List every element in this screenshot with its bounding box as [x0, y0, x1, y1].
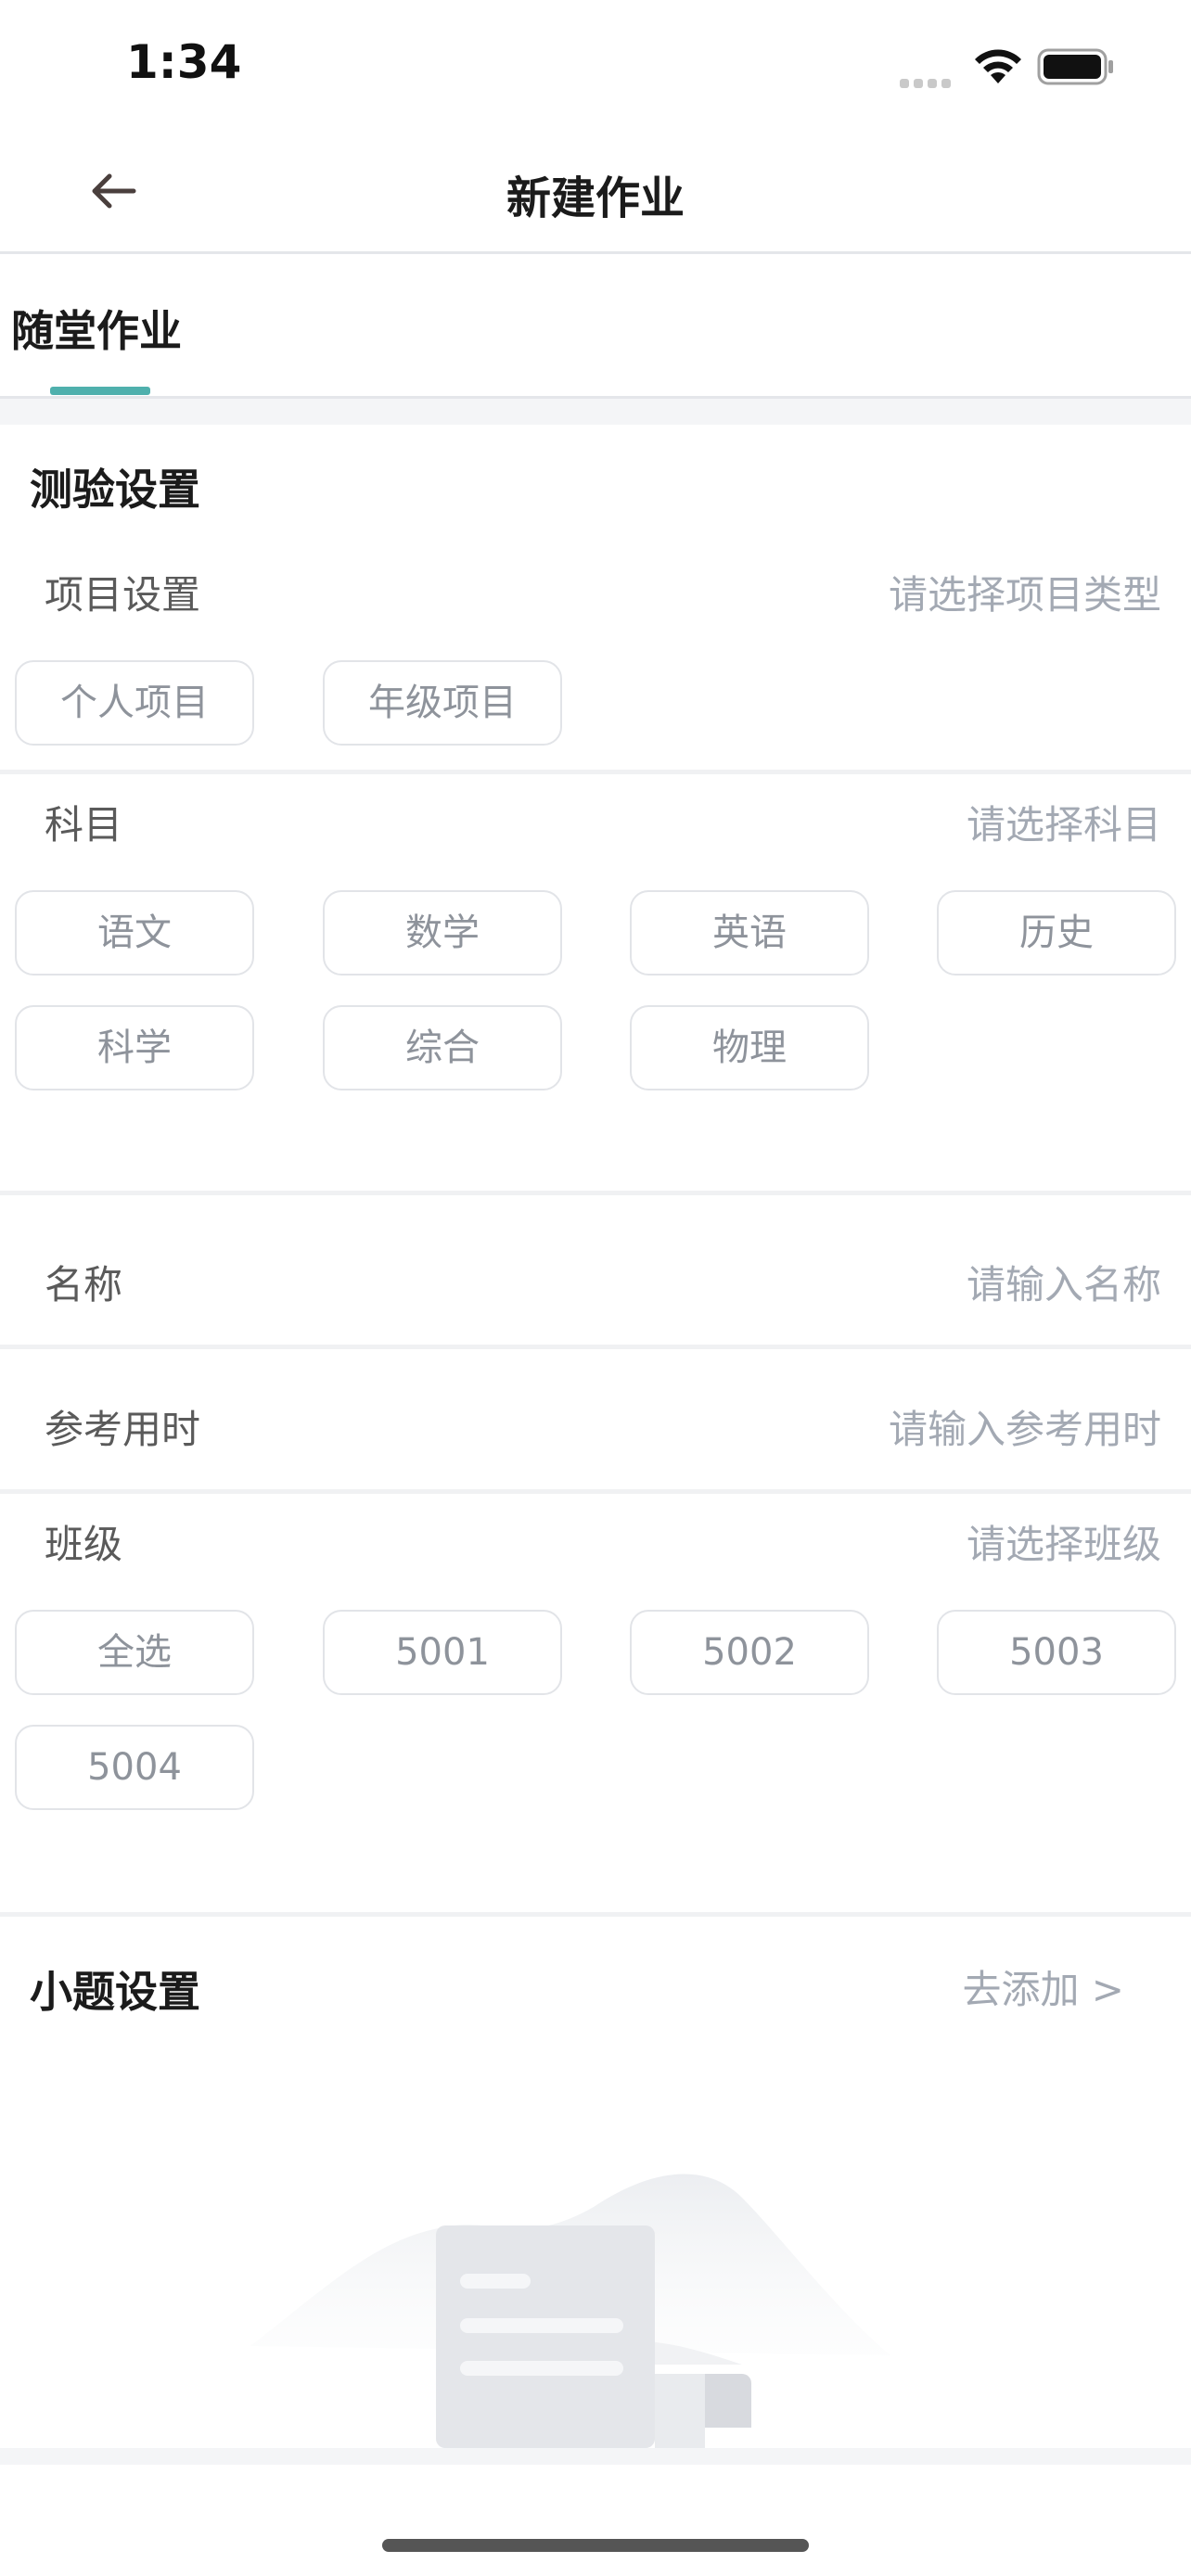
class-option-5001[interactable]: 5001 [323, 1610, 562, 1695]
name-label: 名称 [45, 1262, 123, 1307]
signal-icon [900, 74, 959, 88]
question-settings-title: 小题设置 [30, 1967, 200, 2017]
tab-in-class-homework[interactable]: 随堂作业 [11, 298, 182, 359]
add-question-link[interactable]: 去添加 > [962, 1958, 1124, 2015]
subject-label: 科目 [45, 802, 123, 848]
duration-input[interactable]: 请输入参考用时 [889, 1398, 1161, 1455]
empty-state-illustration [250, 2174, 890, 2448]
tab-bar: 随堂作业 [0, 257, 1191, 399]
subject-option-math[interactable]: 数学 [323, 890, 562, 976]
home-indicator [382, 2539, 809, 2552]
test-settings-title: 测验设置 [30, 465, 200, 515]
class-label: 班级 [45, 1522, 123, 1567]
subject-option-english[interactable]: 英语 [630, 890, 869, 976]
subject-option-chinese[interactable]: 语文 [15, 890, 254, 976]
divider [0, 1191, 1191, 1195]
divider [0, 770, 1191, 774]
class-option-select-all[interactable]: 全选 [15, 1610, 254, 1695]
divider [0, 1912, 1191, 1917]
project-option-grade[interactable]: 年级项目 [323, 660, 562, 746]
section-spacer [0, 399, 1191, 425]
subject-selector[interactable]: 请选择科目 [967, 794, 1161, 850]
class-option-5004[interactable]: 5004 [15, 1725, 254, 1810]
new-homework-page: 1:34 新建作业 随堂作业 测验设置 项目设置 请选择项目类型 个人项目 年级… [0, 0, 1191, 2576]
divider [0, 1345, 1191, 1349]
battery-icon [1037, 48, 1113, 85]
subject-option-physics[interactable]: 物理 [630, 1005, 869, 1090]
wifi-icon [975, 49, 1021, 83]
project-option-personal[interactable]: 个人项目 [15, 660, 254, 746]
class-option-5002[interactable]: 5002 [630, 1610, 869, 1695]
name-input[interactable]: 请输入名称 [967, 1254, 1161, 1310]
divider [0, 1489, 1191, 1494]
subject-option-general[interactable]: 综合 [323, 1005, 562, 1090]
project-type-selector[interactable]: 请选择项目类型 [889, 564, 1161, 620]
bottom-spacer [0, 2448, 1191, 2465]
navigation-bar: 新建作业 [0, 130, 1191, 254]
class-option-5003[interactable]: 5003 [937, 1610, 1176, 1695]
project-label: 项目设置 [45, 572, 201, 618]
class-selector[interactable]: 请选择班级 [967, 1513, 1161, 1570]
status-bar: 1:34 [0, 0, 1191, 130]
page-title: 新建作业 [506, 172, 685, 224]
tab-active-indicator [50, 387, 150, 395]
subject-option-history[interactable]: 历史 [937, 890, 1176, 976]
status-time: 1:34 [126, 35, 242, 89]
duration-label: 参考用时 [45, 1407, 201, 1452]
subject-option-science[interactable]: 科学 [15, 1005, 254, 1090]
